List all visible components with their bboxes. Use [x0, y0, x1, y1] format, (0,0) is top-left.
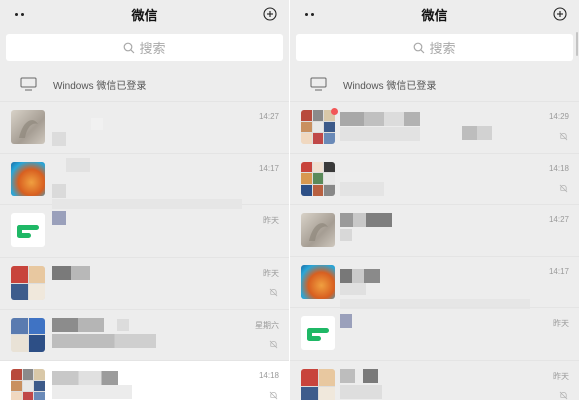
- blurred-name: [340, 314, 352, 328]
- chat-time: 昨天: [263, 216, 279, 225]
- search-bar[interactable]: 搜索: [296, 34, 573, 61]
- chat-time: 昨天: [553, 372, 569, 381]
- mute-bell-icon: [269, 288, 278, 297]
- chat-time: 14:27: [258, 112, 279, 121]
- chat-row[interactable]: 14:27: [290, 204, 579, 256]
- blurred-message: [52, 199, 242, 209]
- chat-time: 昨天: [263, 269, 279, 278]
- monitor-icon: [310, 77, 327, 91]
- search-placeholder: 搜索: [139, 41, 166, 56]
- chat-time: 14:17: [258, 163, 279, 173]
- windows-login-banner[interactable]: Windows 微信已登录: [0, 68, 289, 100]
- blurred-message: [52, 385, 132, 399]
- blurred-name: [52, 371, 118, 385]
- avatar: [301, 316, 335, 350]
- chat-row[interactable]: 14:17: [0, 152, 289, 205]
- avatar: [11, 369, 45, 400]
- avatar: [11, 266, 45, 300]
- chat-list-panel-right: 微信 搜索 Windows 微信已登录 14:29 14:18 14:27 14…: [290, 0, 579, 400]
- banner-text: Windows 微信已登录: [343, 80, 437, 92]
- monitor-icon: [20, 77, 37, 91]
- blurred-message: [340, 229, 352, 241]
- blurred-name: [52, 266, 90, 280]
- mute-bell-icon: [269, 391, 278, 400]
- chat-time: 14:29: [548, 112, 569, 121]
- chat-row[interactable]: 14:27: [0, 101, 289, 153]
- blurred-message: [340, 127, 420, 141]
- chat-row[interactable]: 昨天: [290, 307, 579, 360]
- blurred-message: [340, 385, 382, 399]
- avatar: [301, 213, 335, 247]
- top-bar: 微信: [290, 0, 579, 30]
- app-title: 微信: [421, 8, 448, 23]
- add-icon[interactable]: [263, 7, 277, 21]
- search-icon: [124, 42, 135, 53]
- avatar: [11, 161, 45, 196]
- blurred-name: [52, 317, 104, 332]
- chat-list-panel-left: 微信 搜索 Windows 微信已登录 14:27 14:17 昨天 昨天 星期…: [0, 0, 289, 400]
- mute-bell-icon: [269, 340, 278, 348]
- unread-dot: [331, 108, 338, 115]
- chat-time: 14:17: [548, 266, 569, 276]
- chat-list: 14:29 14:18 14:27 14:17 昨天 昨天: [290, 101, 579, 400]
- add-icon[interactable]: [553, 7, 567, 21]
- avatar: [11, 110, 45, 144]
- app-title: 微信: [131, 8, 158, 23]
- chat-time: 14:27: [548, 215, 569, 224]
- chat-time: 星期六: [255, 320, 279, 330]
- blurred-name: [340, 112, 420, 126]
- chat-time: 昨天: [553, 319, 569, 328]
- blurred-message: [340, 181, 384, 196]
- scrollbar[interactable]: [576, 32, 578, 56]
- blurred-message: [52, 132, 66, 146]
- avatar: [11, 317, 45, 352]
- search-placeholder: 搜索: [429, 41, 456, 56]
- blurred-name: [52, 211, 66, 225]
- avatar: [301, 264, 335, 299]
- blurred-name: [340, 159, 380, 172]
- top-bar: 微信: [0, 0, 289, 30]
- chat-time: 14:18: [258, 371, 279, 380]
- windows-login-banner[interactable]: Windows 微信已登录: [290, 68, 579, 100]
- avatar: [301, 110, 335, 144]
- search-bar[interactable]: 搜索: [6, 34, 283, 61]
- blurred-name: [340, 213, 392, 227]
- avatar: [301, 369, 335, 400]
- avatar: [301, 161, 335, 196]
- chat-row[interactable]: 14:17: [290, 255, 579, 309]
- blurred-name: [66, 157, 90, 172]
- chat-list: 14:27 14:17 昨天 昨天 星期六 14:18: [0, 101, 289, 400]
- blurred-name: [117, 318, 129, 331]
- chat-row[interactable]: 14:18: [0, 360, 289, 400]
- blurred-message: [52, 333, 156, 348]
- chat-row[interactable]: 昨天: [290, 360, 579, 400]
- chat-row[interactable]: 昨天: [0, 199, 289, 257]
- chat-row[interactable]: 14:18: [290, 152, 579, 205]
- chat-row[interactable]: 星期六: [0, 308, 289, 361]
- blurred-name: [340, 268, 380, 283]
- chat-row[interactable]: 14:29: [290, 101, 579, 153]
- blurred-message: [462, 126, 492, 140]
- blurred-name: [91, 118, 103, 130]
- banner-text: Windows 微信已登录: [53, 80, 147, 92]
- blurred-name: [340, 369, 378, 383]
- mute-bell-icon: [559, 132, 568, 141]
- mute-bell-icon: [559, 184, 568, 192]
- search-icon: [414, 42, 425, 53]
- chat-time: 14:18: [548, 163, 569, 173]
- chat-row[interactable]: 昨天: [0, 257, 289, 309]
- blurred-message: [340, 282, 366, 295]
- blurred-message: [52, 183, 66, 198]
- avatar: [11, 213, 45, 247]
- mute-bell-icon: [559, 391, 568, 400]
